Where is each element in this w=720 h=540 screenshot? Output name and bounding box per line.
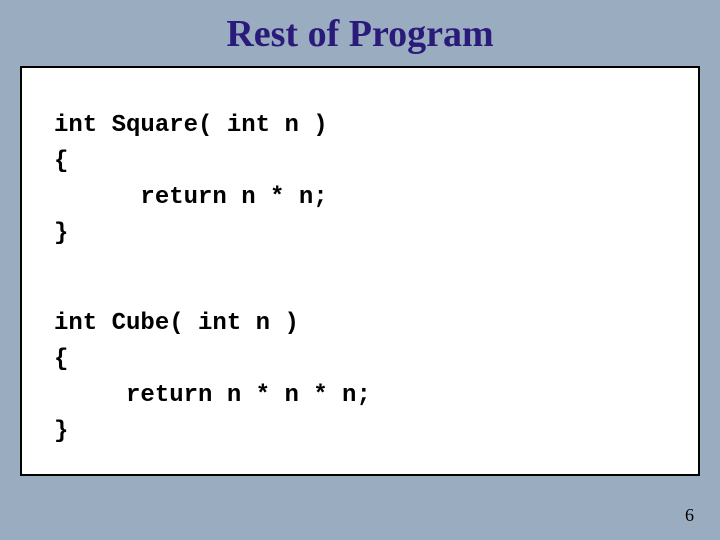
code-line: int Square( int n ) bbox=[54, 108, 666, 144]
code-line: { bbox=[54, 342, 666, 378]
code-line: } bbox=[54, 216, 666, 252]
slide-title: Rest of Program bbox=[0, 0, 720, 66]
page-number: 6 bbox=[685, 505, 694, 526]
code-panel: int Square( int n ) { return n * n; } in… bbox=[20, 66, 700, 476]
code-line: return n * n; bbox=[54, 180, 666, 216]
code-line: } bbox=[54, 414, 666, 450]
code-blank-line bbox=[54, 252, 666, 306]
code-line: { bbox=[54, 144, 666, 180]
code-line: return n * n * n; bbox=[54, 378, 666, 414]
code-line: int Cube( int n ) bbox=[54, 306, 666, 342]
